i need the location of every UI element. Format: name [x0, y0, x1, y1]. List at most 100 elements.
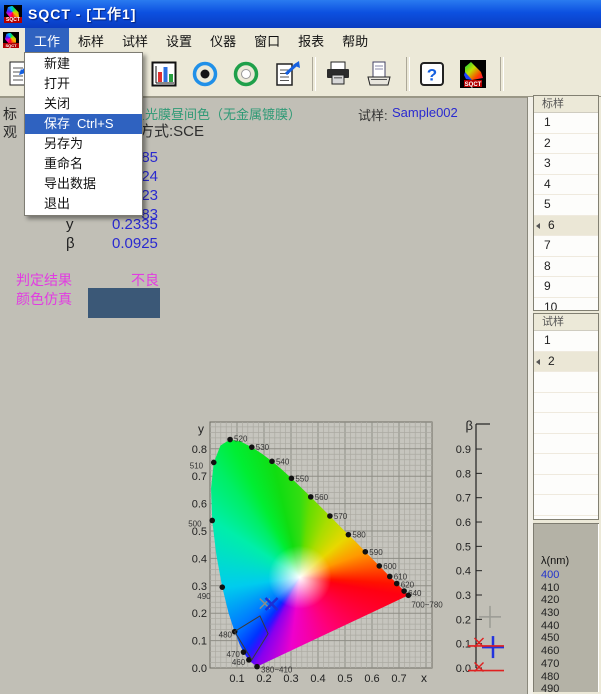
standard-list-row[interactable]: 2	[534, 134, 598, 155]
standard-list-row[interactable]: 8	[534, 257, 598, 278]
file-menu-item-label: 另存为	[44, 136, 83, 151]
menubar-item-work[interactable]: 工作	[25, 28, 69, 53]
file-menu-item-open[interactable]: 打开	[25, 74, 142, 94]
menubar-item-sample[interactable]: 试样	[113, 28, 157, 53]
wavelength-row[interactable]: 420	[541, 594, 599, 607]
wavelength-panel: λ(nm) 400410420430440450460470480490	[533, 523, 599, 692]
file-menu-item-exit[interactable]: 退出	[25, 194, 142, 214]
measure-standard-icon	[190, 59, 220, 89]
toolbar-button-help[interactable]: ?	[412, 54, 452, 94]
toolbar-button-measure-standard[interactable]	[185, 54, 225, 94]
toolbar-button-about-sqct[interactable]: SQCT	[453, 54, 493, 94]
file-menu-item-label: 保存	[44, 116, 70, 131]
wavelength-row[interactable]: 440	[541, 620, 599, 633]
trial-list-row[interactable]: 1	[534, 331, 598, 352]
trial-list-row[interactable]: 2	[534, 352, 598, 373]
wavelength-row[interactable]: 410	[541, 582, 599, 595]
file-dropdown-menu: 新建打开关闭保存 Ctrl+S 另存为重命名导出数据退出	[24, 52, 143, 216]
print-icon	[323, 59, 353, 89]
standard-list-row[interactable]: 1	[534, 113, 598, 134]
chromaticity-values: y0.2335β 0.0925	[0, 215, 300, 253]
app-window: SQCT SQCT - [工作1] SQCT 工作标样试样设置仪器窗口报表帮助 …	[0, 0, 601, 694]
trial-list-row-empty[interactable]	[534, 413, 598, 434]
standard-list-panel: 标样 1234567891011	[533, 95, 599, 311]
coordinate-row: y0.2335	[0, 215, 300, 234]
trial-list-row-empty[interactable]	[534, 516, 598, 521]
toolbar-button-measure-sample[interactable]	[226, 54, 266, 94]
trial-list-header: 试样	[534, 314, 598, 331]
file-menu-item-close[interactable]: 关闭	[25, 94, 142, 114]
trial-list-row-empty[interactable]	[534, 475, 598, 496]
color-simulation-label: 颜色仿真	[16, 289, 72, 309]
standard-list-row[interactable]: 4	[534, 175, 598, 196]
trial-list-row-empty[interactable]	[534, 434, 598, 455]
wavelength-row[interactable]: 400	[541, 569, 599, 582]
menubar-item-help[interactable]: 帮助	[333, 28, 377, 53]
wavelength-row[interactable]: 480	[541, 671, 599, 684]
standard-list-row[interactable]: 5	[534, 195, 598, 216]
file-menu-item-save[interactable]: 保存 Ctrl+S	[25, 114, 142, 134]
file-menu-item-label: 关闭	[44, 96, 70, 111]
file-menu-shortcut: Ctrl+S	[77, 116, 113, 131]
menu-bar-items: 工作标样试样设置仪器窗口报表帮助	[25, 28, 377, 53]
standard-list-row[interactable]: 3	[534, 154, 598, 175]
coordinate-value: 0.0925	[112, 234, 158, 253]
sqct-logo-icon: SQCT	[458, 59, 488, 89]
standard-list-row[interactable]: 7	[534, 236, 598, 257]
wavelength-row[interactable]: 470	[541, 658, 599, 671]
toolbar-button-print-preview[interactable]	[359, 54, 399, 94]
trial-list-row-empty[interactable]	[534, 495, 598, 516]
help-icon: ?	[417, 59, 447, 89]
bar-chart-icon	[149, 59, 179, 89]
toolbar-button-chart-view[interactable]	[144, 54, 184, 94]
logo-text: SQCT	[3, 43, 19, 48]
trial-list-panel: 试样 12	[533, 313, 599, 520]
logo-color-blob	[6, 6, 19, 18]
toolbar-button-report[interactable]	[267, 54, 307, 94]
file-menu-item-label: 重命名	[44, 156, 83, 171]
menubar-item-report[interactable]: 报表	[289, 28, 333, 53]
trial-list-row-empty[interactable]	[534, 393, 598, 414]
wavelength-row[interactable]: 490	[541, 683, 599, 694]
wavelength-rows: 400410420430440450460470480490	[541, 569, 599, 694]
judgement-result-value: 不良	[131, 270, 159, 290]
wavelength-row[interactable]: 460	[541, 645, 599, 658]
standard-list-row[interactable]: 6	[534, 216, 598, 237]
file-menu-item-rename[interactable]: 重命名	[25, 154, 142, 174]
toolbar-button-print[interactable]	[318, 54, 358, 94]
standard-list-row[interactable]: 9	[534, 277, 598, 298]
menubar-item-instrument[interactable]: 仪器	[201, 28, 245, 53]
coordinate-label: β	[66, 234, 75, 253]
svg-text:?: ?	[427, 66, 437, 85]
file-menu-item-label: 导出数据	[44, 176, 96, 191]
menubar-item-window[interactable]: 窗口	[245, 28, 289, 53]
file-menu-item-save-as[interactable]: 另存为	[25, 134, 142, 154]
standard-list-row[interactable]: 10	[534, 298, 598, 312]
measure-sample-icon	[231, 59, 261, 89]
standard-list-header: 标样	[534, 96, 598, 113]
toolbar-separator	[500, 57, 504, 91]
sample-name-value: Sample002	[392, 105, 458, 120]
coordinate-row: β 0.0925	[0, 234, 300, 253]
wavelength-row[interactable]: 450	[541, 632, 599, 645]
document-logo-icon: SQCT	[3, 32, 19, 48]
title-bar[interactable]: SQCT SQCT - [工作1]	[0, 0, 601, 28]
coordinate-value: 0.2335	[112, 215, 158, 234]
trial-list-rows: 12	[534, 331, 598, 520]
window-title: SQCT - [工作1]	[28, 4, 136, 24]
toolbar-separator	[312, 57, 316, 91]
print-preview-icon	[364, 59, 394, 89]
file-menu-item-export-data[interactable]: 导出数据	[25, 174, 142, 194]
file-menu-item-label: 退出	[44, 196, 70, 211]
wavelength-row[interactable]: 430	[541, 607, 599, 620]
standard-list-rows: 1234567891011	[534, 113, 598, 311]
wavelength-header: λ(nm)	[541, 555, 599, 569]
menubar-item-settings[interactable]: 设置	[157, 28, 201, 53]
app-logo-icon: SQCT	[4, 5, 22, 23]
trial-list-row-empty[interactable]	[534, 454, 598, 475]
file-menu-item-label: 新建	[44, 56, 70, 71]
report-icon	[272, 59, 302, 89]
menubar-item-standard[interactable]: 标样	[69, 28, 113, 53]
file-menu-item-new[interactable]: 新建	[25, 54, 142, 74]
trial-list-row-empty[interactable]	[534, 372, 598, 393]
